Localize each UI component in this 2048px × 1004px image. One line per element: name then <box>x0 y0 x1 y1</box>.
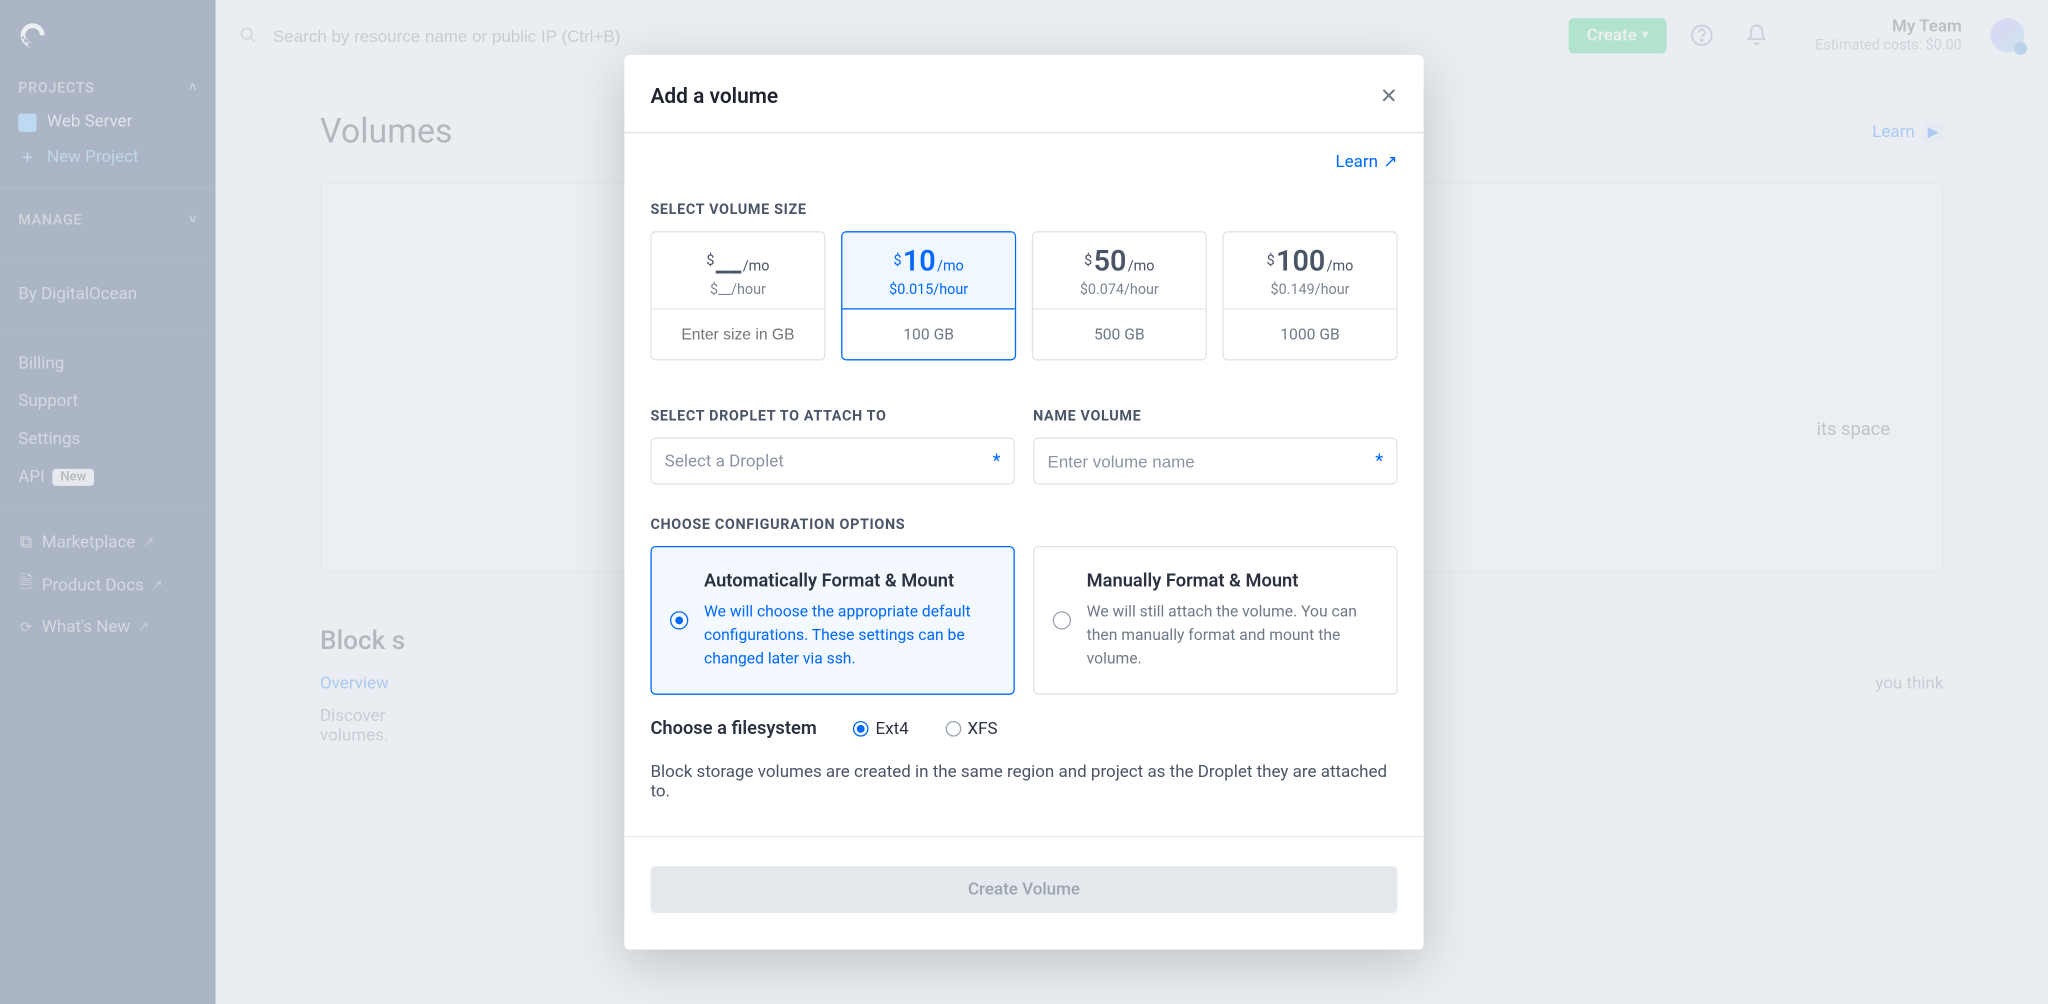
add-volume-modal: Add a volume ✕ Learn ↗ SELECT VOLUME SIZ… <box>624 55 1423 950</box>
config-desc: We will choose the appropriate default c… <box>704 599 995 670</box>
external-link-icon: ↗ <box>1383 153 1397 173</box>
radio-icon <box>1053 611 1071 629</box>
label-name-volume: NAME VOLUME <box>1033 408 1397 425</box>
per-hr: /hour <box>933 281 968 298</box>
config-auto-format[interactable]: Automatically Format & Mount We will cho… <box>650 546 1014 695</box>
per-mo: /mo <box>1128 257 1155 274</box>
size-card-500gb[interactable]: $50/mo $0.074/hour 500 GB <box>1032 231 1207 360</box>
create-volume-button[interactable]: Create Volume <box>650 866 1397 913</box>
radio-icon <box>670 611 688 629</box>
close-icon[interactable]: ✕ <box>1380 84 1398 109</box>
per-hr: /hour <box>1315 281 1350 298</box>
price-mo: 10 <box>903 246 936 279</box>
per-mo: /mo <box>1327 257 1354 274</box>
price-mo: 100 <box>1276 246 1325 279</box>
per-mo: /mo <box>937 257 964 274</box>
label-select-size: SELECT VOLUME SIZE <box>650 201 1397 218</box>
modal-learn-link[interactable]: Learn ↗ <box>1336 153 1398 173</box>
per-hr: /hour <box>731 281 766 298</box>
size-label: 1000 GB <box>1224 310 1396 360</box>
region-note: Block storage volumes are created in the… <box>650 763 1397 802</box>
required-star-icon: * <box>993 451 1001 472</box>
modal-title: Add a volume <box>650 84 778 109</box>
size-card-100gb[interactable]: $10/mo $0.015/hour 100 GB <box>841 231 1016 360</box>
config-desc: We will still attach the volume. You can… <box>1087 599 1378 670</box>
price-hr: $0.074 <box>1080 281 1124 298</box>
price-hr: $0.149 <box>1271 281 1315 298</box>
filesystem-option-xfs[interactable]: XFS <box>945 719 997 739</box>
config-title: Manually Format & Mount <box>1087 571 1378 592</box>
size-label: 500 GB <box>1033 310 1205 360</box>
label-config-options: CHOOSE CONFIGURATION OPTIONS <box>650 516 1397 533</box>
price-mo: 50 <box>1094 246 1127 279</box>
radio-icon <box>945 721 961 737</box>
radio-icon <box>853 721 869 737</box>
per-hr: /hour <box>1124 281 1159 298</box>
droplet-select-placeholder: Select a Droplet <box>665 451 784 471</box>
modal-overlay[interactable]: Add a volume ✕ Learn ↗ SELECT VOLUME SIZ… <box>0 0 2048 1004</box>
config-manual-format[interactable]: Manually Format & Mount We will still at… <box>1033 546 1397 695</box>
filesystem-option-ext4[interactable]: Ext4 <box>853 719 908 739</box>
price-hr: __ <box>718 281 731 298</box>
droplet-select[interactable]: Select a Droplet * <box>650 438 1014 485</box>
filesystem-label: XFS <box>967 719 997 739</box>
volume-size-grid: $__/mo $__/hour $10/mo $0.015/hour <box>650 231 1397 360</box>
label-filesystem: Choose a filesystem <box>650 718 816 739</box>
size-label: 100 GB <box>842 310 1014 360</box>
create-volume-label: Create Volume <box>968 880 1080 900</box>
size-card-custom[interactable]: $__/mo $__/hour <box>650 231 825 360</box>
config-title: Automatically Format & Mount <box>704 571 995 592</box>
filesystem-label: Ext4 <box>875 719 908 739</box>
size-custom-input[interactable] <box>660 325 817 343</box>
per-mo: /mo <box>743 257 770 274</box>
price-mo: __ <box>716 246 742 279</box>
label-select-droplet: SELECT DROPLET TO ATTACH TO <box>650 408 1014 425</box>
learn-label: Learn <box>1336 153 1379 173</box>
volume-name-field-wrap: * <box>1033 438 1397 485</box>
volume-name-input[interactable] <box>1047 451 1375 471</box>
size-card-1000gb[interactable]: $100/mo $0.149/hour 1000 GB <box>1223 231 1398 360</box>
required-star-icon: * <box>1375 451 1383 472</box>
price-hr: $0.015 <box>889 281 933 298</box>
